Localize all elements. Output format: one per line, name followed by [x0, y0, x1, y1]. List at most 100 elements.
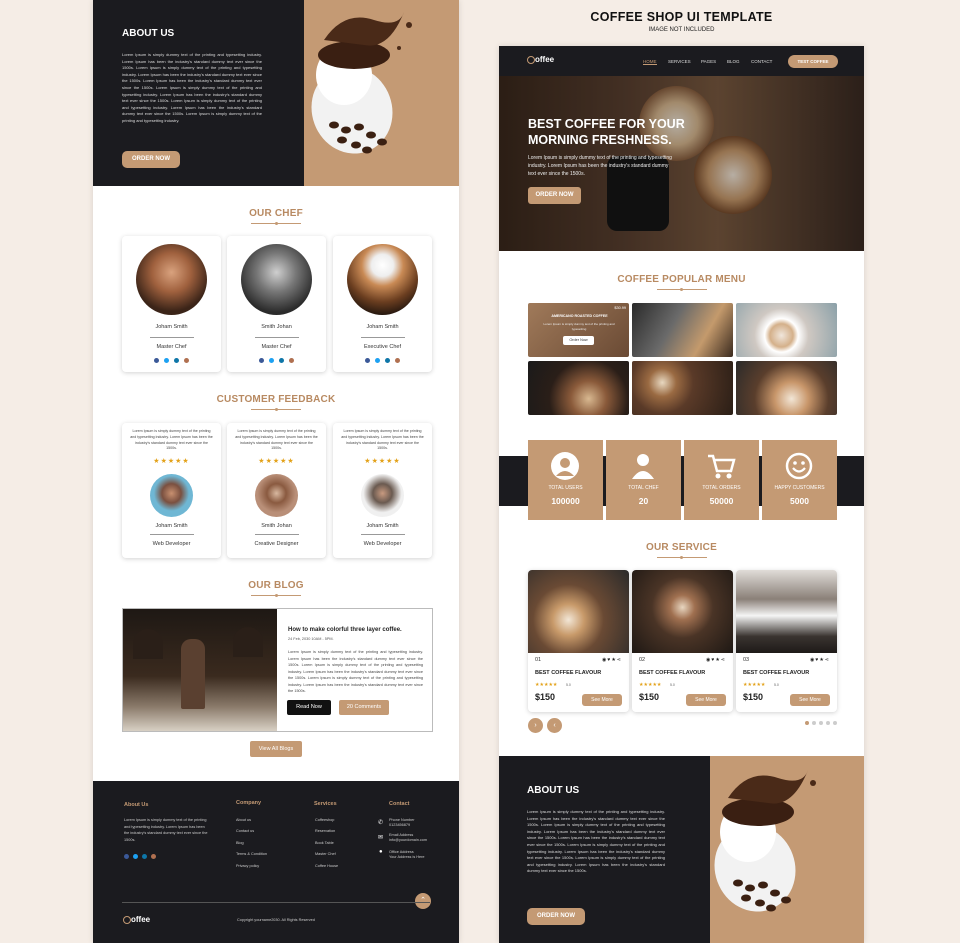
nav-contact[interactable]: CONTACT: [751, 59, 772, 64]
instagram-icon[interactable]: [184, 358, 189, 363]
footer-link[interactable]: Terms & Condition: [236, 852, 267, 856]
twitter-icon[interactable]: [164, 358, 169, 363]
logo-c-icon: [123, 915, 131, 924]
nav-home[interactable]: HOME: [643, 59, 657, 65]
stat-label: TOTAL USERS: [548, 485, 583, 491]
linkedin-icon[interactable]: [142, 854, 147, 859]
see-more-button[interactable]: See More: [686, 694, 726, 706]
twitter-icon[interactable]: [375, 358, 380, 363]
stat-label: TOTAL CHEF: [628, 485, 659, 491]
carousel-dot[interactable]: [826, 721, 830, 725]
twitter-icon[interactable]: [269, 358, 274, 363]
carousel-dot[interactable]: [819, 721, 823, 725]
footer-link[interactable]: Reservation: [315, 829, 335, 833]
see-more-button[interactable]: See More: [790, 694, 830, 706]
address-value: Your Address is Here: [389, 855, 425, 859]
footer-socials: [124, 854, 158, 859]
chef-name: Joham Smith: [366, 324, 399, 330]
nav-pages[interactable]: PAGES: [701, 59, 716, 64]
footer-link[interactable]: Contact us: [236, 829, 254, 833]
carousel-prev-button[interactable]: ›: [528, 718, 543, 733]
footer: About Us Lorem Ipsum is simply dummy tex…: [93, 781, 459, 943]
share-icon[interactable]: ⋖: [721, 657, 726, 663]
view-all-blogs-button[interactable]: View All Blogs: [250, 741, 302, 757]
hero-order-button[interactable]: ORDER NOW: [528, 187, 581, 204]
nav-blog[interactable]: BLOG: [727, 59, 740, 64]
oven-hood: [133, 629, 163, 659]
address-label: Office Address: [389, 850, 414, 854]
facebook-icon[interactable]: [259, 358, 264, 363]
coffee-cup-splash-image: [311, 12, 412, 154]
customer-avatar: [361, 474, 404, 517]
service-number: 03: [743, 657, 750, 663]
customer-divider: [360, 534, 405, 535]
email-value[interactable]: info@yourdomain.com: [389, 838, 427, 842]
linkedin-icon[interactable]: [385, 358, 390, 363]
twitter-icon[interactable]: [133, 854, 138, 859]
footer-link[interactable]: Master Chef: [315, 852, 336, 856]
scroll-top-button[interactable]: ⌃: [415, 893, 431, 909]
footer-about-heading: About Us: [124, 802, 149, 808]
service-actions[interactable]: ◉♥★⋖: [810, 657, 830, 663]
linkedin-icon[interactable]: [279, 358, 284, 363]
hero-title-2: MORNING FRESHNESS.: [528, 133, 672, 147]
menu-item-title: AMERICANO ROASTED COFFEE: [551, 314, 608, 318]
nav-services[interactable]: SERVICES: [668, 59, 691, 64]
see-more-button[interactable]: See More: [582, 694, 622, 706]
nav-logo-text: offee: [535, 55, 555, 64]
linkedin-icon[interactable]: [174, 358, 179, 363]
footer-link[interactable]: Coffeeshop: [315, 818, 334, 822]
email-icon: ✉: [378, 835, 384, 841]
logo-c-icon: [527, 55, 535, 64]
about2-order-button[interactable]: ORDER NOW: [527, 908, 585, 925]
instagram-icon[interactable]: [289, 358, 294, 363]
footer-link[interactable]: Blog: [236, 841, 244, 845]
facebook-icon[interactable]: [124, 854, 129, 859]
footer-logo-text: offee: [131, 915, 151, 924]
about-image-panel: [304, 0, 459, 186]
carousel-dot[interactable]: [833, 721, 837, 725]
read-now-button[interactable]: Read Now: [287, 700, 331, 715]
menu-tile-featured[interactable]: AMERICANO ROASTED COFFEE $30.99 Lorem Ip…: [528, 303, 629, 357]
blog-title[interactable]: How to make colorful three layer coffee.: [288, 627, 402, 633]
service-price: $150: [639, 692, 660, 702]
nav-logo[interactable]: offee: [527, 55, 554, 64]
test-coffee-button[interactable]: TEST COFFEE: [788, 55, 838, 68]
footer-rule: [122, 902, 430, 903]
chef-role: Master Chef: [261, 344, 292, 350]
instagram-icon[interactable]: [395, 358, 400, 363]
menu-tile-pouring-milk[interactable]: [528, 361, 629, 415]
carousel-dot[interactable]: [812, 721, 816, 725]
service-actions[interactable]: ◉♥★⋖: [602, 657, 622, 663]
chef-role: Executive Chef: [364, 344, 401, 350]
about-heading: ABOUT US: [122, 28, 175, 39]
menu-tile-latte-art[interactable]: [736, 303, 837, 357]
facebook-icon[interactable]: [154, 358, 159, 363]
facebook-icon[interactable]: [365, 358, 370, 363]
carousel-dot-active[interactable]: [805, 721, 809, 725]
menu-item-text: Lorem Ipsum is simply dummy text of the …: [543, 322, 615, 331]
menu-underline-dot: [680, 288, 683, 291]
carousel-next-button[interactable]: ‹: [547, 718, 562, 733]
chef-underline-dot: [274, 222, 278, 225]
footer-link[interactable]: About us: [236, 818, 251, 822]
footer-link[interactable]: Coffee House: [315, 864, 338, 868]
share-icon[interactable]: ⋖: [825, 657, 830, 663]
menu-tile-latte-pour[interactable]: [736, 361, 837, 415]
menu-tile-espresso-machine[interactable]: [632, 303, 733, 357]
footer-link[interactable]: Book Table: [315, 841, 334, 845]
service-actions[interactable]: ◉♥★⋖: [706, 657, 726, 663]
footer-link[interactable]: Privacy policy: [236, 864, 259, 868]
customer-divider: [149, 534, 194, 535]
coffee-cup-splash-image: [714, 770, 816, 912]
comments-button[interactable]: 20 Comments: [339, 700, 389, 715]
menu-tile-cups-top-view[interactable]: [632, 361, 733, 415]
footer-logo[interactable]: offee: [123, 915, 150, 924]
service-image: [736, 570, 837, 653]
hero-text: Lorem Ipsum is simply dummy text of the …: [528, 155, 672, 177]
rating-stars: ★★★★★: [364, 458, 401, 465]
instagram-icon[interactable]: [151, 854, 156, 859]
share-icon[interactable]: ⋖: [617, 657, 622, 663]
menu-order-button[interactable]: Order Now: [563, 336, 594, 345]
order-now-button[interactable]: ORDER NOW: [122, 151, 180, 168]
